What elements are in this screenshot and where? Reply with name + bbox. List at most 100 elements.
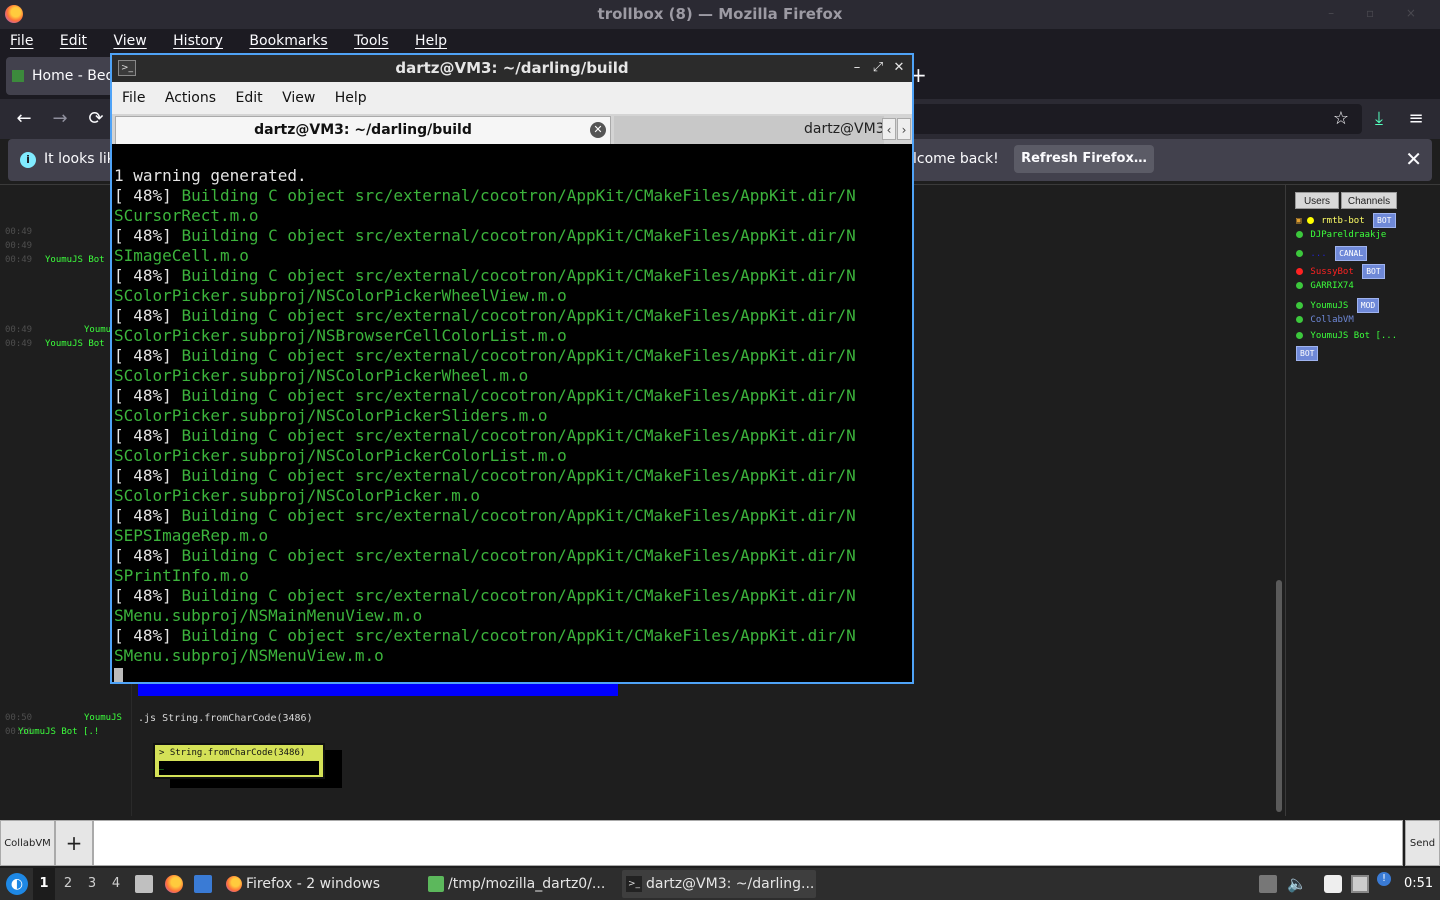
menu-edit[interactable]: Edit — [60, 29, 87, 53]
tab-scroll-left-icon[interactable]: ‹ — [882, 118, 896, 140]
forward-icon[interactable]: → — [48, 107, 72, 131]
clock[interactable]: 0:51 — [1404, 868, 1433, 900]
user-list-item[interactable]: ... CANAL — [1296, 246, 1368, 261]
status-dot-icon — [1296, 231, 1303, 238]
firefox-icon — [226, 876, 242, 892]
chat-nick[interactable]: YoumuJS Bot — [45, 255, 105, 265]
user-list-item[interactable]: YoumuJS Bot [... — [1296, 331, 1397, 341]
close-icon[interactable]: ✕ — [1405, 147, 1422, 171]
vm-select-button[interactable]: CollabVM — [0, 820, 55, 866]
terminal-output[interactable]: 1 warning generated.[ 48%] Building C ob… — [114, 146, 910, 682]
terminal-window: dartz@VM3: ~/darling/build >_ – ⤢ ✕ File… — [110, 53, 914, 684]
file-manager-icon[interactable] — [135, 875, 153, 893]
status-dot-icon — [1296, 316, 1303, 323]
task-file-manager[interactable]: /tmp/mozilla_dartz0/... — [424, 870, 614, 898]
terminal-titlebar[interactable]: dartz@VM3: ~/darling/build — [112, 55, 912, 82]
refresh-firefox-button[interactable]: Refresh Firefox… — [1014, 145, 1154, 173]
back-icon[interactable]: ← — [12, 107, 36, 131]
clipboard-icon[interactable] — [1324, 875, 1342, 893]
terminal-line: [ 48%] Building C object src/external/co… — [114, 386, 856, 405]
user-list-item[interactable]: CollabVM — [1296, 315, 1354, 325]
tab-favicon-icon — [12, 70, 24, 82]
user-name: rmtb-bot — [1321, 216, 1365, 226]
user-list-item[interactable]: GARRIX74 — [1296, 281, 1354, 291]
start-menu-icon[interactable]: ◐ — [6, 873, 28, 895]
hamburger-menu-icon[interactable]: ≡ — [1404, 107, 1428, 131]
terminal-line: SPrintInfo.m.o — [114, 566, 249, 585]
send-button[interactable]: Send — [1405, 820, 1440, 866]
url-bar[interactable] — [912, 104, 1362, 134]
user-list-item[interactable]: YoumuJS MOD — [1296, 298, 1380, 313]
chat-nick[interactable]: YoumuJS — [84, 713, 122, 723]
workspace-2[interactable]: 2 — [57, 868, 79, 900]
firefox-launcher-icon[interactable] — [165, 875, 183, 893]
reload-icon[interactable]: ⟳ — [84, 107, 108, 131]
minimize-icon[interactable]: – — [849, 60, 865, 75]
chat-input[interactable] — [93, 820, 1403, 866]
network-icon[interactable] — [1351, 875, 1369, 893]
user-list-item[interactable]: ▣ rmtb-bot BOT — [1296, 213, 1396, 228]
user-list-item[interactable]: SussyBot BOT — [1296, 264, 1385, 279]
chat-timestamp: 00:49 — [5, 325, 33, 335]
terminal-menu-help[interactable]: Help — [335, 82, 367, 114]
notification-welcome-text: lcome back! — [913, 151, 999, 167]
chat-nick[interactable]: YoumuJS Bot — [45, 339, 105, 349]
chat-timestamp: 00:50 — [5, 713, 33, 723]
add-button[interactable]: + — [55, 820, 93, 866]
tab-close-icon[interactable]: ✕ — [590, 122, 606, 138]
terminal-line: [ 48%] Building C object src/external/co… — [114, 546, 856, 565]
task-label: Firefox - 2 windows — [246, 876, 381, 892]
desktop-icon[interactable] — [194, 875, 212, 893]
firefox-window-controls[interactable]: – ▫ × — [1328, 6, 1430, 20]
user-name: ... — [1310, 249, 1327, 259]
terminal-line: [ 48%] Building C object src/external/co… — [114, 186, 856, 205]
menu-file[interactable]: File — [10, 29, 33, 53]
workspace-4[interactable]: 4 — [105, 868, 127, 900]
terminal-cursor — [114, 668, 123, 682]
chat-nick[interactable]: Youmu — [84, 325, 111, 335]
terminal-tab-active[interactable]: dartz@VM3: ~/darling/build ✕ — [115, 116, 611, 144]
terminal-line: [ 48%] Building C object src/external/co… — [114, 306, 856, 325]
terminal-menu-edit[interactable]: Edit — [235, 82, 262, 114]
menu-bookmarks[interactable]: Bookmarks — [249, 29, 327, 53]
user-name: GARRIX74 — [1310, 281, 1354, 291]
tab-channels[interactable]: Channels — [1341, 192, 1397, 209]
chat-scrollbar[interactable] — [1276, 580, 1282, 812]
menu-view[interactable]: View — [113, 29, 146, 53]
user-badge: MOD — [1356, 298, 1380, 313]
browser-tab[interactable]: Home - Bed — [6, 57, 116, 95]
menu-tools[interactable]: Tools — [354, 29, 389, 53]
user-list-item[interactable]: DJPareldraakje — [1296, 230, 1386, 240]
close-icon[interactable]: ✕ — [891, 60, 907, 75]
tab-users[interactable]: Users — [1295, 192, 1339, 209]
workspace-1[interactable]: 1 — [33, 868, 55, 900]
downloads-icon[interactable]: ⤓ — [1367, 107, 1391, 131]
terminal-tab[interactable]: dartz@VM3: — [614, 116, 884, 144]
user-badge: BOT — [1373, 213, 1396, 228]
notification-icon[interactable]: ! — [1377, 872, 1391, 886]
user-name: YoumuJS — [1310, 301, 1349, 311]
terminal-menu-file[interactable]: File — [122, 82, 145, 114]
chat-nick[interactable]: YoumuJS Bot [.! — [18, 727, 99, 737]
chat-timestamp: 00:49 — [5, 339, 33, 349]
maximize-icon[interactable]: ⤢ — [870, 60, 886, 75]
volume-icon[interactable]: 🔈 — [1287, 875, 1307, 893]
terminal-menu-actions[interactable]: Actions — [165, 82, 216, 114]
workspace-3[interactable]: 3 — [81, 868, 103, 900]
bookmark-star-icon[interactable]: ☆ — [1329, 107, 1353, 131]
task-label: /tmp/mozilla_dartz0/... — [448, 876, 606, 892]
terminal-prompt-line — [114, 666, 910, 682]
status-dot-icon — [1296, 332, 1303, 339]
terminal-app-icon: >_ — [118, 60, 136, 76]
user-sidebar: Users Channels ▣ rmtb-bot BOT DJPareldra… — [1290, 185, 1440, 817]
task-firefox[interactable]: Firefox - 2 windows — [222, 870, 412, 898]
menu-help[interactable]: Help — [415, 29, 447, 53]
js-result-text: > String.fromCharCode(3486) — [159, 748, 306, 758]
task-terminal[interactable]: >_ dartz@VM3: ~/darling... — [622, 870, 816, 898]
menu-history[interactable]: History — [173, 29, 223, 53]
terminal-menu-view[interactable]: View — [282, 82, 315, 114]
tray-eject-icon[interactable] — [1259, 875, 1277, 893]
user-badge-row: BOT — [1293, 346, 1319, 361]
tab-scroll-right-icon[interactable]: › — [897, 118, 911, 140]
task-label: dartz@VM3: ~/darling... — [646, 876, 815, 892]
